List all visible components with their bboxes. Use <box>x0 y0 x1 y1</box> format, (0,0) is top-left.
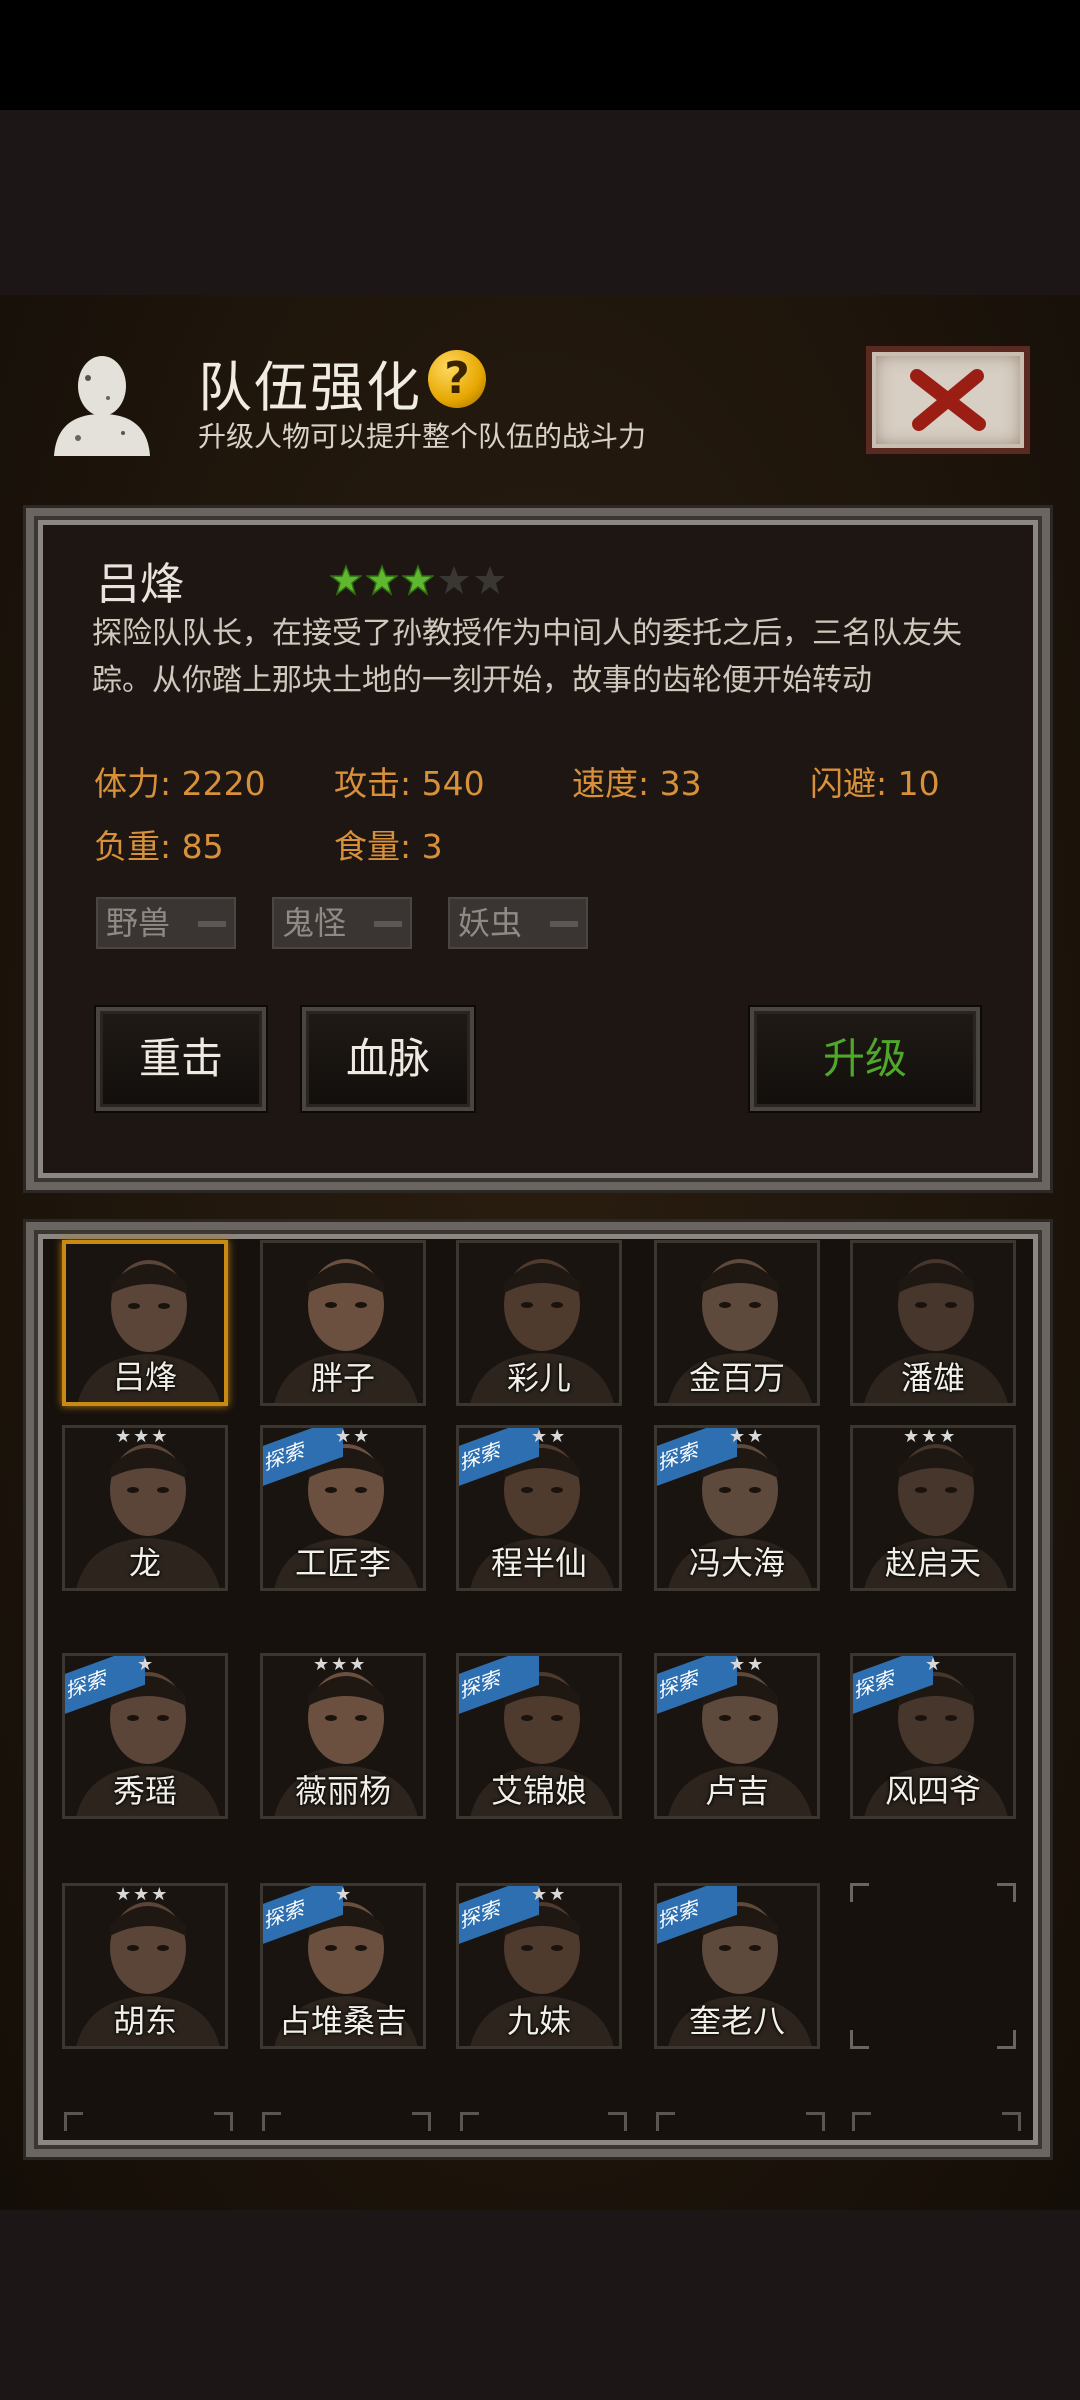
card-name: 吕烽 <box>112 1358 177 1396</box>
card-name: 程半仙 <box>490 1544 587 1582</box>
page-title: 队伍强化 <box>198 356 422 419</box>
character-card[interactable]: 探索 ★ 占堆桑吉 <box>260 1883 426 2049</box>
stat-speed: 速度: 33 <box>572 764 702 803</box>
card-name: 艾锦娘 <box>490 1772 587 1810</box>
page-subtitle: 升级人物可以提升整个队伍的战斗力 <box>198 420 647 453</box>
star-filled-icon <box>366 564 398 596</box>
card-name: 彩儿 <box>506 1359 571 1397</box>
star-empty-icon <box>475 566 505 594</box>
card-name: 潘雄 <box>900 1359 965 1397</box>
stat-food: 食量: 3 <box>334 827 443 866</box>
card-stars: ★★★ <box>313 1654 368 1675</box>
character-name: 吕烽 <box>96 559 184 610</box>
stat-dodge: 闪避: 10 <box>810 764 940 803</box>
stat-hp: 体力: 2220 <box>94 764 266 803</box>
tag-insect: 妖虫 <box>448 897 588 949</box>
card-stars: ★ <box>925 1654 944 1675</box>
team-avatar-icon <box>48 348 156 458</box>
card-stars: ★★ <box>729 1654 766 1675</box>
upgrade-button[interactable]: 升级 <box>750 1007 980 1111</box>
card-stars: ★ <box>137 1654 156 1675</box>
card-name: 占堆桑吉 <box>278 2002 407 2040</box>
card-name: 胖子 <box>310 1359 375 1397</box>
card-name: 工匠李 <box>294 1544 391 1582</box>
card-name: 龙 <box>128 1544 161 1582</box>
card-name: 赵启天 <box>884 1544 981 1582</box>
card-name: 风四爷 <box>884 1772 981 1810</box>
card-stars: ★★★ <box>115 1884 170 1905</box>
character-description: 探险队队长，在接受了孙教授作为中间人的委托之后，三名队友失踪。从你踏上那块土地的… <box>92 616 962 698</box>
character-card[interactable]: ★★★ 赵启天 <box>850 1425 1016 1591</box>
character-card[interactable]: 胖子 <box>260 1240 426 1406</box>
character-card[interactable]: ★★★ 龙 <box>62 1425 228 1591</box>
tag-ghost: 鬼怪 <box>272 897 412 949</box>
card-name: 奎老八 <box>688 2002 785 2040</box>
card-name: 金百万 <box>688 1359 785 1397</box>
top-spacer <box>0 110 1080 295</box>
card-name: 九妹 <box>506 2002 571 2040</box>
close-button[interactable] <box>866 346 1030 454</box>
card-name: 薇丽杨 <box>294 1772 391 1810</box>
close-x-icon <box>910 369 986 431</box>
character-card[interactable]: 探索 ★ 风四爷 <box>850 1653 1016 1819</box>
bottom-spacer <box>0 2210 1080 2400</box>
character-card[interactable]: 探索 ★★ 工匠李 <box>260 1425 426 1591</box>
stat-attack: 攻击: 540 <box>334 764 485 803</box>
card-name: 秀瑶 <box>112 1772 177 1810</box>
card-stars: ★★★ <box>115 1426 170 1447</box>
question-icon[interactable]: ? <box>428 350 486 408</box>
character-card[interactable]: 探索 ★★ 九妹 <box>456 1883 622 2049</box>
character-card[interactable]: 吕烽 <box>62 1240 228 1406</box>
tag-beast: 野兽 <box>96 897 236 949</box>
status-bar <box>0 0 1080 110</box>
card-name: 卢吉 <box>704 1772 769 1810</box>
card-stars: ★★ <box>531 1426 568 1447</box>
character-card[interactable]: 金百万 <box>654 1240 820 1406</box>
character-card[interactable]: ★★★ 薇丽杨 <box>260 1653 426 1819</box>
heavy-strike-button[interactable]: 重击 <box>96 1007 266 1111</box>
empty-roster-slot[interactable] <box>850 1883 1016 2049</box>
card-stars: ★★ <box>335 1426 372 1447</box>
card-stars: ★★ <box>531 1884 568 1905</box>
character-card[interactable]: 探索 ★ 秀瑶 <box>62 1653 228 1819</box>
character-card[interactable]: ★★★ 胡东 <box>62 1883 228 2049</box>
stat-load: 负重: 85 <box>94 827 224 866</box>
card-stars: ★★★ <box>903 1426 958 1447</box>
character-card[interactable]: 探索 ★★ 卢吉 <box>654 1653 820 1819</box>
character-card[interactable]: 彩儿 <box>456 1240 622 1406</box>
bloodline-button[interactable]: 血脉 <box>302 1007 474 1111</box>
character-card[interactable]: 探索 奎老八 <box>654 1883 820 2049</box>
card-name: 胡东 <box>112 2002 177 2040</box>
star-empty-icon <box>439 566 469 594</box>
card-stars: ★★ <box>729 1426 766 1447</box>
character-card[interactable]: 探索 ★★ 程半仙 <box>456 1425 622 1591</box>
character-card[interactable]: 探索 艾锦娘 <box>456 1653 622 1819</box>
character-card[interactable]: 潘雄 <box>850 1240 1016 1406</box>
card-name: 冯大海 <box>688 1544 785 1582</box>
character-card[interactable]: 探索 ★★ 冯大海 <box>654 1425 820 1591</box>
card-stars: ★ <box>335 1884 354 1905</box>
star-filled-icon <box>402 564 434 596</box>
star-filled-icon <box>330 564 362 596</box>
